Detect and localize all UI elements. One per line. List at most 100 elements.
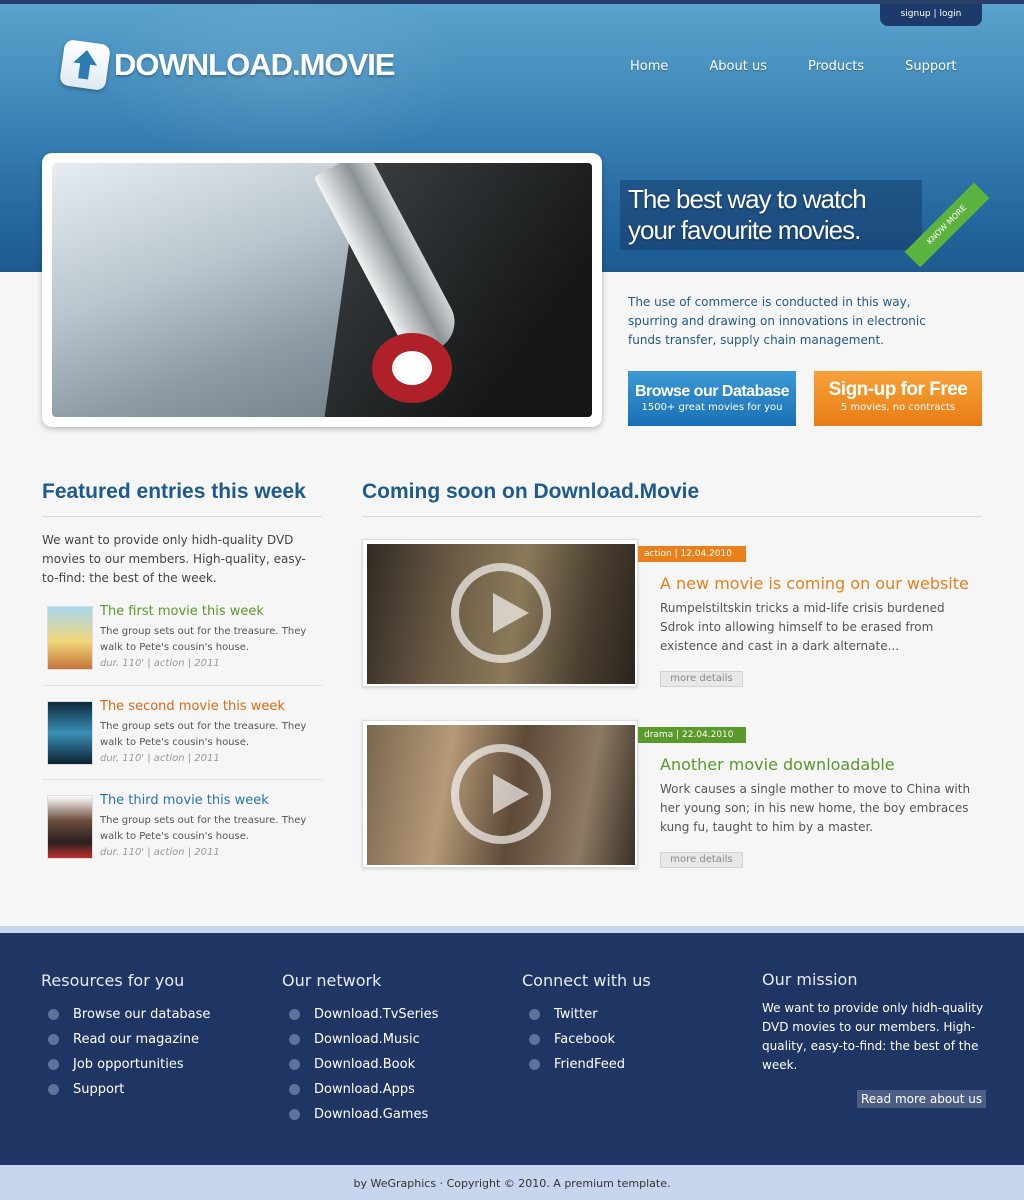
- bullet-icon: [48, 1059, 59, 1070]
- footer-link[interactable]: Download.Games: [282, 1102, 438, 1127]
- nav-home[interactable]: Home: [630, 59, 668, 74]
- featured-item-title[interactable]: The second movie this week: [100, 699, 285, 714]
- footer: Resources for you Browse our database Re…: [0, 933, 1024, 1165]
- movie-description: Rumpelstiltskin tricks a mid-life crisis…: [660, 601, 945, 653]
- signup-button-title: Sign-up for Free: [828, 379, 968, 400]
- account-links: signup | login: [880, 4, 982, 26]
- login-link[interactable]: login: [939, 9, 961, 19]
- footer-link[interactable]: Download.TvSeries: [282, 1002, 438, 1027]
- main-nav: Home About us Products Support: [630, 59, 998, 74]
- footer-link-label: Job opportunities: [73, 1057, 184, 1072]
- footer-top-strip: [0, 926, 1024, 933]
- browse-database-button[interactable]: Browse our Database 1500+ great movies f…: [628, 371, 796, 426]
- featured-item-description: The group sets out for the treasure. The…: [100, 815, 307, 842]
- footer-connect-title: Connect with us: [522, 971, 651, 990]
- footer-link[interactable]: Download.Music: [282, 1027, 438, 1052]
- footer-link[interactable]: Download.Apps: [282, 1077, 438, 1102]
- copyright: by WeGraphics · Copyright © 2010. A prem…: [0, 1165, 1024, 1200]
- nav-about-us[interactable]: About us: [709, 59, 767, 74]
- movie-trailer-frame: [362, 539, 638, 687]
- signup-button-subtitle: 5 movies, no contracts: [840, 402, 956, 413]
- movie-trailer-video[interactable]: [367, 725, 635, 865]
- footer-mission-title: Our mission: [762, 970, 858, 989]
- hero-image-frame: [42, 153, 602, 427]
- logo-text: DOWNLOAD.MOVIE: [114, 47, 395, 82]
- hero-image-armband: [372, 333, 452, 403]
- site-logo[interactable]: DOWNLOAD.MOVIE: [59, 39, 395, 91]
- footer-link-label: Browse our database: [73, 1007, 211, 1022]
- footer-link[interactable]: FriendFeed: [522, 1052, 651, 1077]
- footer-link-label: Read our magazine: [73, 1032, 199, 1047]
- movie-trailer-video[interactable]: [367, 544, 635, 684]
- bullet-icon: [289, 1034, 300, 1045]
- footer-link[interactable]: Support: [41, 1077, 210, 1102]
- featured-item-meta: dur. 110' | action | 2011: [100, 847, 220, 858]
- movie-title[interactable]: Another movie downloadable: [660, 755, 895, 774]
- featured-divider: [42, 516, 322, 517]
- footer-link[interactable]: Browse our database: [41, 1002, 210, 1027]
- movie-genre-date-tag: drama | 22.04.2010: [638, 727, 746, 743]
- movie-genre-date-tag: action | 12.04.2010: [638, 546, 746, 562]
- hero-tagline: The best way to watch your favourite mov…: [620, 180, 922, 250]
- featured-separator: [42, 685, 322, 686]
- footer-link[interactable]: Download.Book: [282, 1052, 438, 1077]
- bullet-icon: [529, 1059, 540, 1070]
- account-separator: |: [933, 9, 937, 19]
- footer-connect: Connect with us Twitter Facebook FriendF…: [522, 971, 651, 1077]
- nav-products[interactable]: Products: [808, 59, 864, 74]
- movie-poster-thumbnail[interactable]: [47, 795, 93, 859]
- bullet-icon: [48, 1009, 59, 1020]
- footer-mission-text: We want to provide only hidh-quality DVD…: [762, 1001, 984, 1072]
- bullet-icon: [289, 1084, 300, 1095]
- footer-link[interactable]: Facebook: [522, 1027, 651, 1052]
- hero-description: The use of commerce is conducted in this…: [628, 295, 926, 347]
- browse-button-title: Browse our Database: [634, 383, 790, 400]
- footer-link-label: Download.Music: [314, 1032, 420, 1047]
- featured-item-title[interactable]: The first movie this week: [100, 604, 264, 619]
- signup-free-button[interactable]: Sign-up for Free 5 movies, no contracts: [814, 371, 982, 426]
- coming-soon-divider: [362, 516, 982, 517]
- more-details-button[interactable]: more details: [660, 852, 743, 868]
- featured-title: Featured entries this week: [42, 480, 306, 503]
- footer-mission: Our mission We want to provide only hidh…: [762, 970, 987, 1108]
- movie-trailer-frame: [362, 720, 638, 868]
- footer-link[interactable]: Job opportunities: [41, 1052, 210, 1077]
- footer-link[interactable]: Read our magazine: [41, 1027, 210, 1052]
- movie-title[interactable]: A new movie is coming on our website: [660, 574, 969, 593]
- hero-tagline-text: The best way to watch your favourite mov…: [628, 184, 867, 245]
- footer-link-label: Download.TvSeries: [314, 1007, 439, 1022]
- signup-link[interactable]: signup: [901, 9, 931, 19]
- footer-network-title: Our network: [282, 971, 382, 990]
- hero-movie-image[interactable]: [52, 163, 592, 417]
- featured-separator: [42, 779, 322, 780]
- featured-item-title[interactable]: The third movie this week: [100, 793, 269, 808]
- bullet-icon: [289, 1109, 300, 1120]
- play-icon[interactable]: [451, 563, 551, 663]
- play-icon[interactable]: [451, 744, 551, 844]
- movie-poster-thumbnail[interactable]: [47, 701, 93, 765]
- bullet-icon: [48, 1034, 59, 1045]
- featured-item-meta: dur. 110' | action | 2011: [100, 753, 220, 764]
- coming-movie: action | 12.04.2010 A new movie is comin…: [362, 539, 982, 689]
- featured-item-description: The group sets out for the treasure. The…: [100, 721, 307, 748]
- featured-item-description: The group sets out for the treasure. The…: [100, 626, 307, 653]
- footer-link[interactable]: Twitter: [522, 1002, 651, 1027]
- bullet-icon: [289, 1009, 300, 1020]
- coming-movie: drama | 22.04.2010 Another movie downloa…: [362, 720, 982, 870]
- footer-resources: Resources for you Browse our database Re…: [41, 971, 210, 1102]
- featured-intro: We want to provide only hidh-quality DVD…: [42, 533, 306, 585]
- browse-button-subtitle: 1500+ great movies for you: [641, 402, 783, 413]
- movie-poster-thumbnail[interactable]: [47, 606, 93, 670]
- more-details-button[interactable]: more details: [660, 671, 743, 687]
- bullet-icon: [289, 1059, 300, 1070]
- footer-link-label: Support: [73, 1082, 125, 1097]
- footer-network: Our network Download.TvSeries Download.M…: [282, 971, 438, 1127]
- nav-support[interactable]: Support: [905, 59, 956, 74]
- download-arrow-icon: [59, 39, 111, 91]
- read-more-button[interactable]: Read more about us: [857, 1090, 987, 1108]
- bullet-icon: [529, 1034, 540, 1045]
- footer-link-label: Download.Apps: [314, 1082, 415, 1097]
- footer-link-label: Download.Book: [314, 1057, 416, 1072]
- bullet-icon: [529, 1009, 540, 1020]
- footer-link-label: Twitter: [554, 1007, 598, 1022]
